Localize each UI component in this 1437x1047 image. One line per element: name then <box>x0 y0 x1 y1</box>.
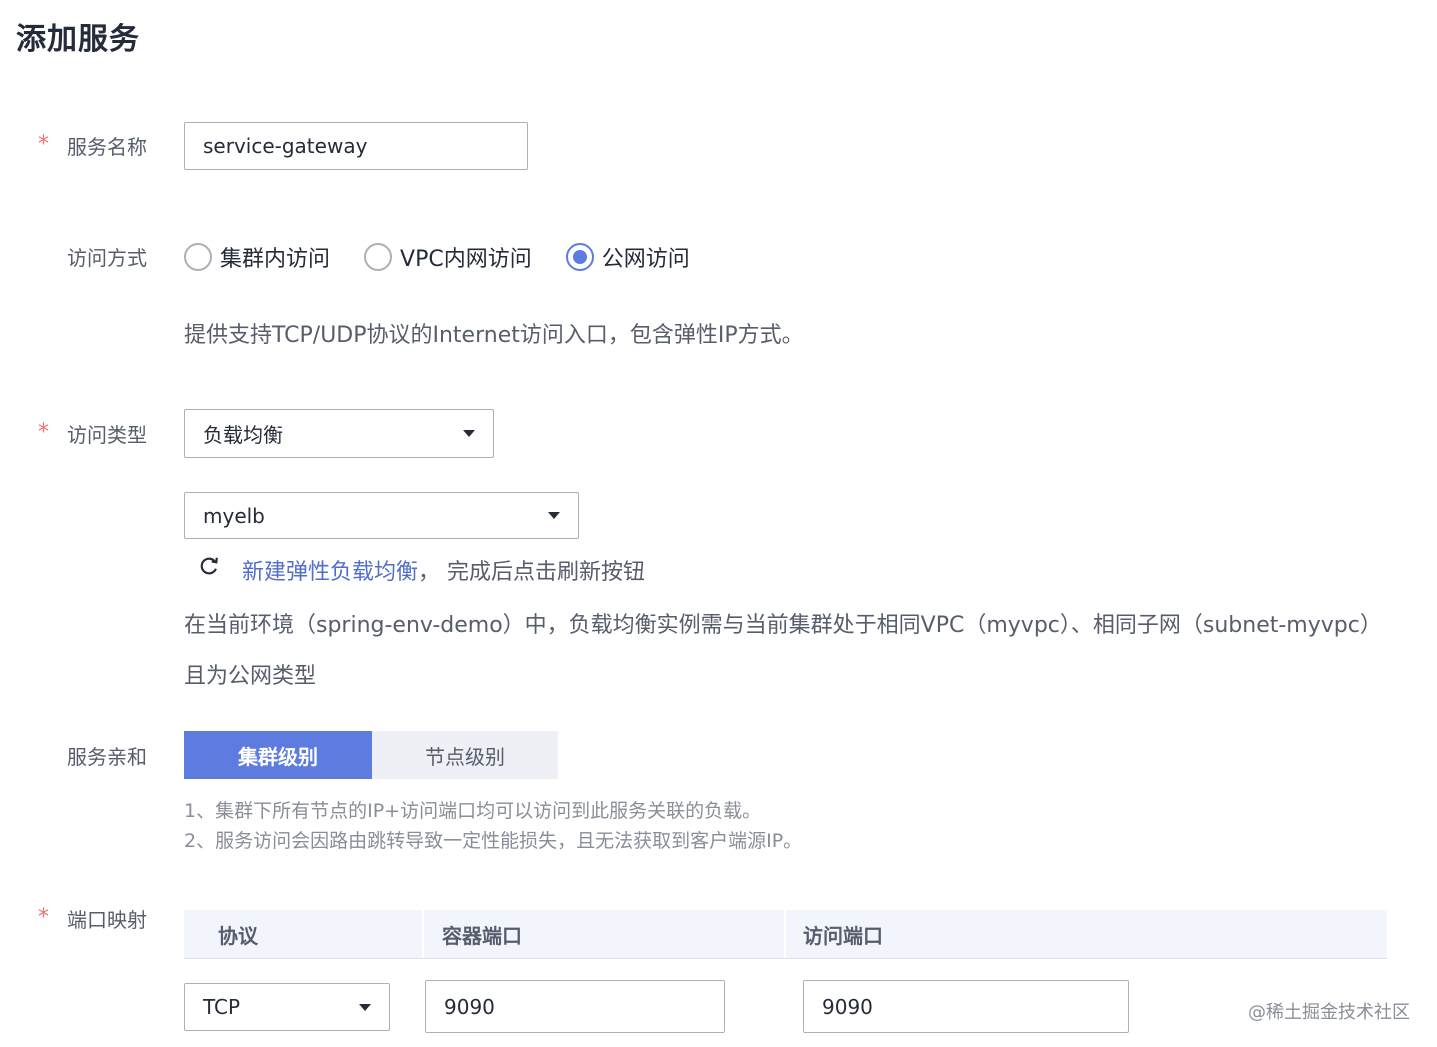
elb-select[interactable]: myelb <box>184 492 579 539</box>
page-title: 添加服务 <box>16 22 140 57</box>
refresh-hint-text: ， 完成后点击刷新按钮 <box>418 560 646 585</box>
refresh-icon-svg <box>200 557 218 575</box>
elb-note-line2: 且为公网类型 <box>184 664 317 689</box>
column-protocol: 协议 <box>218 923 258 948</box>
service-name-value: service-gateway <box>203 134 368 158</box>
required-mark: * <box>38 420 49 445</box>
affinity-node-button[interactable]: 节点级别 <box>372 731 558 779</box>
required-mark: * <box>38 905 49 930</box>
radio-label: 集群内访问 <box>220 247 331 272</box>
access-type-label: 访问类型 <box>67 423 147 447</box>
affinity-hint1: 1、集群下所有节点的IP+访问端口均可以访问到此服务关联的负载。 <box>184 800 762 822</box>
access-mode-label: 访问方式 <box>67 246 147 270</box>
access-port-input[interactable]: 9090 <box>803 980 1129 1033</box>
affinity-segmented-control: 集群级别 节点级别 <box>184 731 558 779</box>
radio-cluster-internal[interactable]: 集群内访问 <box>184 241 330 273</box>
radio-public[interactable]: 公网访问 <box>565 241 690 273</box>
protocol-select[interactable]: TCP <box>184 983 390 1031</box>
access-port-value: 9090 <box>822 994 873 1019</box>
container-port-value: 9090 <box>444 994 495 1019</box>
access-type-value: 负载均衡 <box>203 423 283 447</box>
service-name-input[interactable]: service-gateway <box>184 122 528 170</box>
column-access-port: 访问端口 <box>803 923 883 948</box>
port-mapping-label: 端口映射 <box>67 908 147 932</box>
chevron-down-icon <box>463 430 475 437</box>
affinity-label: 服务亲和 <box>67 745 147 769</box>
create-elb-link[interactable]: 新建弹性负载均衡 <box>242 560 418 585</box>
chevron-down-icon <box>548 512 560 519</box>
port-table-header: 协议 容器端口 访问端口 <box>184 910 1387 959</box>
refresh-hint-line: 新建弹性负载均衡， 完成后点击刷新按钮 <box>242 554 645 586</box>
column-container-port: 容器端口 <box>442 923 522 948</box>
protocol-value: TCP <box>203 995 241 1019</box>
required-mark: * <box>38 132 49 157</box>
radio-dot <box>572 250 587 264</box>
chevron-down-icon <box>359 1003 371 1011</box>
access-type-select[interactable]: 负载均衡 <box>184 409 494 458</box>
elb-value: myelb <box>203 503 265 528</box>
access-mode-description: 提供支持TCP/UDP协议的Internet访问入口，包含弹性IP方式。 <box>184 323 804 348</box>
refresh-icon[interactable] <box>198 555 224 581</box>
radio-label: VPC内网访问 <box>400 247 532 272</box>
radio-vpc-internal[interactable]: VPC内网访问 <box>364 241 532 273</box>
column-divider <box>422 910 424 958</box>
radio-label: 公网访问 <box>601 247 690 272</box>
elb-note-line1: 在当前环境（spring-env-demo）中，负载均衡实例需与当前集群处于相同… <box>184 613 1382 638</box>
access-mode-radio-group: 集群内访问 VPC内网访问 公网访问 <box>184 241 724 273</box>
watermark: @稀土掘金技术社区 <box>1248 1002 1410 1023</box>
service-name-label: 服务名称 <box>67 135 147 159</box>
container-port-input[interactable]: 9090 <box>425 980 725 1033</box>
radio-circle <box>364 243 393 271</box>
affinity-cluster-button[interactable]: 集群级别 <box>184 731 372 779</box>
column-divider <box>784 910 786 958</box>
radio-circle <box>184 243 212 271</box>
radio-circle-checked <box>565 243 594 271</box>
affinity-hint2: 2、服务访问会因路由跳转导致一定性能损失，且无法获取到客户端源IP。 <box>184 830 803 852</box>
